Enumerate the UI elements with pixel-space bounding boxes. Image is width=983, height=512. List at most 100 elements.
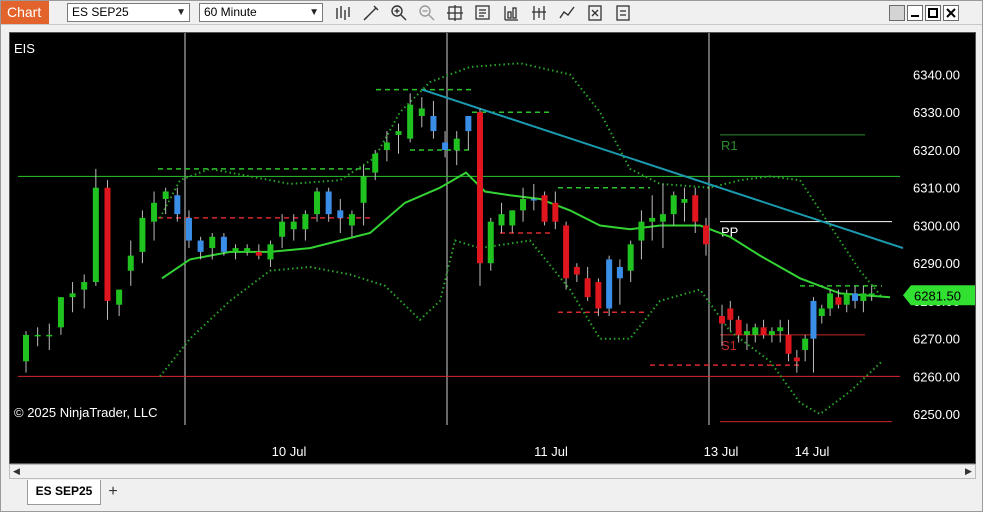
candle-body bbox=[530, 199, 537, 201]
date-tick-label: 10 Jul bbox=[272, 444, 307, 459]
strategies-icon[interactable] bbox=[530, 4, 548, 22]
candle-body bbox=[477, 112, 483, 264]
candle-body bbox=[584, 278, 591, 298]
candle-body bbox=[827, 293, 834, 309]
candle bbox=[477, 108, 483, 286]
candle bbox=[267, 240, 274, 267]
candle-body bbox=[719, 316, 725, 324]
close-icon[interactable] bbox=[943, 5, 959, 21]
crosshair-icon[interactable] bbox=[446, 4, 464, 22]
candle-body bbox=[127, 255, 134, 271]
candle-body bbox=[627, 244, 634, 271]
candle bbox=[552, 191, 559, 230]
data-box-icon[interactable] bbox=[474, 4, 492, 22]
candle bbox=[810, 297, 817, 373]
candle-body bbox=[638, 221, 645, 241]
candle-body bbox=[314, 191, 321, 215]
candle bbox=[325, 187, 332, 222]
moving-average-line bbox=[161, 171, 891, 299]
candle-body bbox=[760, 327, 767, 335]
candle-body bbox=[843, 293, 850, 305]
candle bbox=[232, 244, 239, 260]
candle bbox=[616, 259, 623, 305]
candle bbox=[127, 240, 134, 286]
maximize-icon[interactable] bbox=[925, 5, 941, 21]
zoom-in-icon[interactable] bbox=[390, 4, 408, 22]
candle-body bbox=[573, 266, 580, 275]
candle bbox=[69, 282, 76, 313]
candle bbox=[520, 187, 527, 222]
share-icon[interactable] bbox=[614, 4, 632, 22]
interval-selector[interactable]: 60 Minute ▼ bbox=[199, 3, 323, 22]
chart-window: Chart ES SEP25 ▼ 60 Minute ▼ R1 PP S1 63… bbox=[0, 0, 983, 512]
tab-strip: ES SEP25 + bbox=[1, 480, 982, 511]
price-tick-label: 6290.00 bbox=[913, 256, 960, 271]
candle bbox=[703, 217, 709, 256]
chart-toolbar: Chart ES SEP25 ▼ 60 Minute ▼ bbox=[1, 1, 982, 25]
candle-body bbox=[442, 142, 449, 150]
drawing-tool-icon[interactable] bbox=[362, 4, 380, 22]
candle-body bbox=[852, 293, 859, 301]
candle-body bbox=[23, 334, 29, 362]
candle bbox=[407, 93, 414, 143]
candle bbox=[802, 334, 809, 362]
candle-body bbox=[430, 116, 437, 132]
candle-body bbox=[151, 202, 158, 222]
price-tick-label: 6250.00 bbox=[913, 407, 960, 422]
candle bbox=[606, 255, 613, 317]
restore-icon[interactable] bbox=[889, 5, 905, 21]
candle-body bbox=[81, 282, 88, 290]
candle bbox=[57, 297, 64, 335]
candle bbox=[372, 149, 379, 181]
horizontal-scrollbar[interactable]: ◀ ▶ bbox=[9, 464, 976, 479]
candle-body bbox=[659, 214, 666, 222]
candle-body bbox=[302, 214, 309, 230]
candle bbox=[638, 210, 645, 260]
candle-body bbox=[372, 153, 379, 173]
date-tick-label: 14 Jul bbox=[795, 444, 830, 459]
price-tick-label: 6330.00 bbox=[913, 105, 960, 120]
candle-body bbox=[563, 225, 570, 279]
chevron-down-icon: ▼ bbox=[176, 7, 186, 18]
candle-body bbox=[46, 334, 53, 337]
candle bbox=[244, 244, 251, 256]
zoom-out-icon[interactable] bbox=[418, 4, 436, 22]
candle-body bbox=[785, 334, 792, 354]
add-tab-icon[interactable]: + bbox=[103, 482, 123, 501]
candle-body bbox=[520, 199, 527, 211]
candle bbox=[116, 289, 123, 317]
candle-body bbox=[116, 289, 123, 305]
candle-body bbox=[768, 331, 775, 335]
properties-icon[interactable] bbox=[586, 4, 604, 22]
tab-es-sep25[interactable]: ES SEP25 bbox=[27, 480, 101, 505]
candle-body bbox=[232, 248, 239, 252]
chart-trader-icon[interactable] bbox=[558, 4, 576, 22]
indicators-icon[interactable] bbox=[502, 4, 520, 22]
minimize-icon[interactable] bbox=[907, 5, 923, 21]
price-chart[interactable]: R1PPS1 6340.006330.006320.006310.006300.… bbox=[10, 33, 975, 463]
candle-body bbox=[325, 191, 332, 215]
candle-body bbox=[57, 297, 64, 328]
candle bbox=[92, 168, 99, 286]
candle bbox=[760, 319, 767, 339]
candle bbox=[768, 327, 775, 343]
candle bbox=[670, 191, 677, 226]
candle-body bbox=[818, 308, 825, 317]
candle bbox=[104, 180, 111, 320]
candle-body bbox=[802, 338, 809, 350]
candle-body bbox=[777, 327, 784, 332]
instrument-selector[interactable]: ES SEP25 ▼ bbox=[67, 3, 190, 22]
instrument-selector-value: ES SEP25 bbox=[72, 5, 129, 19]
candle-body bbox=[465, 116, 472, 132]
candle bbox=[573, 263, 580, 283]
candle-body bbox=[418, 108, 425, 117]
candle bbox=[383, 131, 390, 162]
chart-panel[interactable]: R1 PP S1 6340.00 6330.00 6320.00 6310.00 6300.… bbox=[9, 32, 976, 464]
bar-type-icon[interactable] bbox=[334, 4, 352, 22]
scroll-left-icon[interactable]: ◀ bbox=[10, 465, 23, 478]
price-tick-label: 6310.00 bbox=[913, 181, 960, 196]
candle bbox=[487, 217, 494, 271]
candle-body bbox=[244, 248, 251, 252]
scroll-right-icon[interactable]: ▶ bbox=[962, 465, 975, 478]
app-tab[interactable]: Chart bbox=[1, 1, 49, 24]
